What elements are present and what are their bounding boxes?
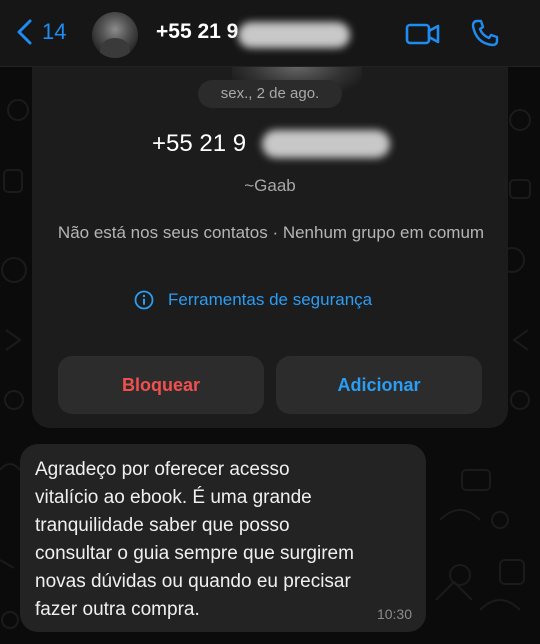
- message-time: 10:30: [376, 606, 412, 622]
- date-divider: sex., 2 de ago.: [198, 80, 342, 108]
- chevron-left-icon: [17, 19, 32, 45]
- safety-tools-label: Ferramentas de segurança: [168, 290, 373, 309]
- unread-count: 14: [42, 19, 67, 44]
- contact-nickname: ~Gaab: [244, 176, 296, 195]
- redacted-phone: [262, 130, 390, 158]
- contact-status: Não está nos seus contatos · Nenhum grup…: [57, 223, 485, 242]
- message-text: Agradeço por oferecer acesso vitalício a…: [35, 459, 354, 620]
- chat-header: 14 +55 21 9: [0, 0, 540, 67]
- back-button[interactable]: 14: [14, 18, 66, 46]
- info-icon: [134, 290, 154, 310]
- contact-name[interactable]: +55 21 9: [156, 20, 238, 44]
- contact-phone: +55 21 9: [152, 130, 247, 157]
- message-bubble[interactable]: Agradeço por oferecer acesso vitalício a…: [20, 444, 426, 632]
- avatar[interactable]: [92, 12, 138, 58]
- phone-icon[interactable]: [470, 18, 500, 48]
- video-call-icon[interactable]: [405, 20, 441, 48]
- redacted-number: [238, 22, 350, 48]
- block-button[interactable]: Bloquear: [58, 356, 264, 414]
- add-contact-button[interactable]: Adicionar: [276, 356, 482, 414]
- safety-tools-link[interactable]: Ferramentas de segurança: [134, 290, 372, 310]
